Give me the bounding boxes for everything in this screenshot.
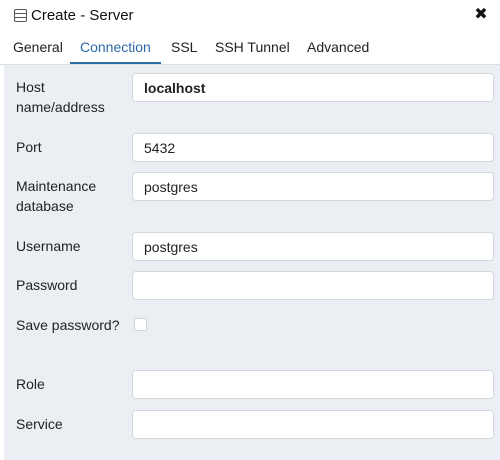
host-label: Host name/address [16, 79, 105, 115]
tab-connection[interactable]: Connection [70, 32, 161, 64]
service-input[interactable] [132, 410, 494, 439]
role-label: Role [16, 376, 45, 392]
tab-advanced[interactable]: Advanced [305, 32, 371, 62]
port-label: Port [16, 139, 42, 155]
tab-ssh-tunnel[interactable]: SSH Tunnel [213, 32, 292, 62]
port-input[interactable] [132, 133, 494, 162]
dialog-titlebar[interactable]: Create - Server ✖ [0, 0, 500, 33]
role-input[interactable] [132, 370, 494, 399]
maintenance-db-input[interactable] [132, 172, 494, 201]
connection-form: Host name/address Port Maintenance datab… [4, 65, 500, 460]
service-label: Service [16, 416, 63, 432]
maintenance-db-label: Maintenance database [16, 178, 97, 214]
username-input[interactable] [132, 232, 494, 261]
password-label: Password [16, 277, 78, 293]
server-icon [14, 9, 27, 22]
tab-ssl[interactable]: SSL [169, 32, 199, 62]
save-password-checkbox[interactable] [134, 318, 147, 331]
create-server-dialog: Create - Server ✖ General Connection SSL… [0, 0, 500, 460]
dialog-title: Create - Server [31, 7, 134, 24]
username-label: Username [16, 238, 81, 254]
tab-bar: General Connection SSL SSH Tunnel Advanc… [0, 32, 500, 65]
save-password-label: Save password? [16, 317, 120, 333]
close-icon[interactable]: ✖ [472, 6, 490, 24]
host-input[interactable] [132, 73, 494, 102]
password-input[interactable] [132, 271, 494, 300]
tab-general[interactable]: General [11, 32, 65, 62]
